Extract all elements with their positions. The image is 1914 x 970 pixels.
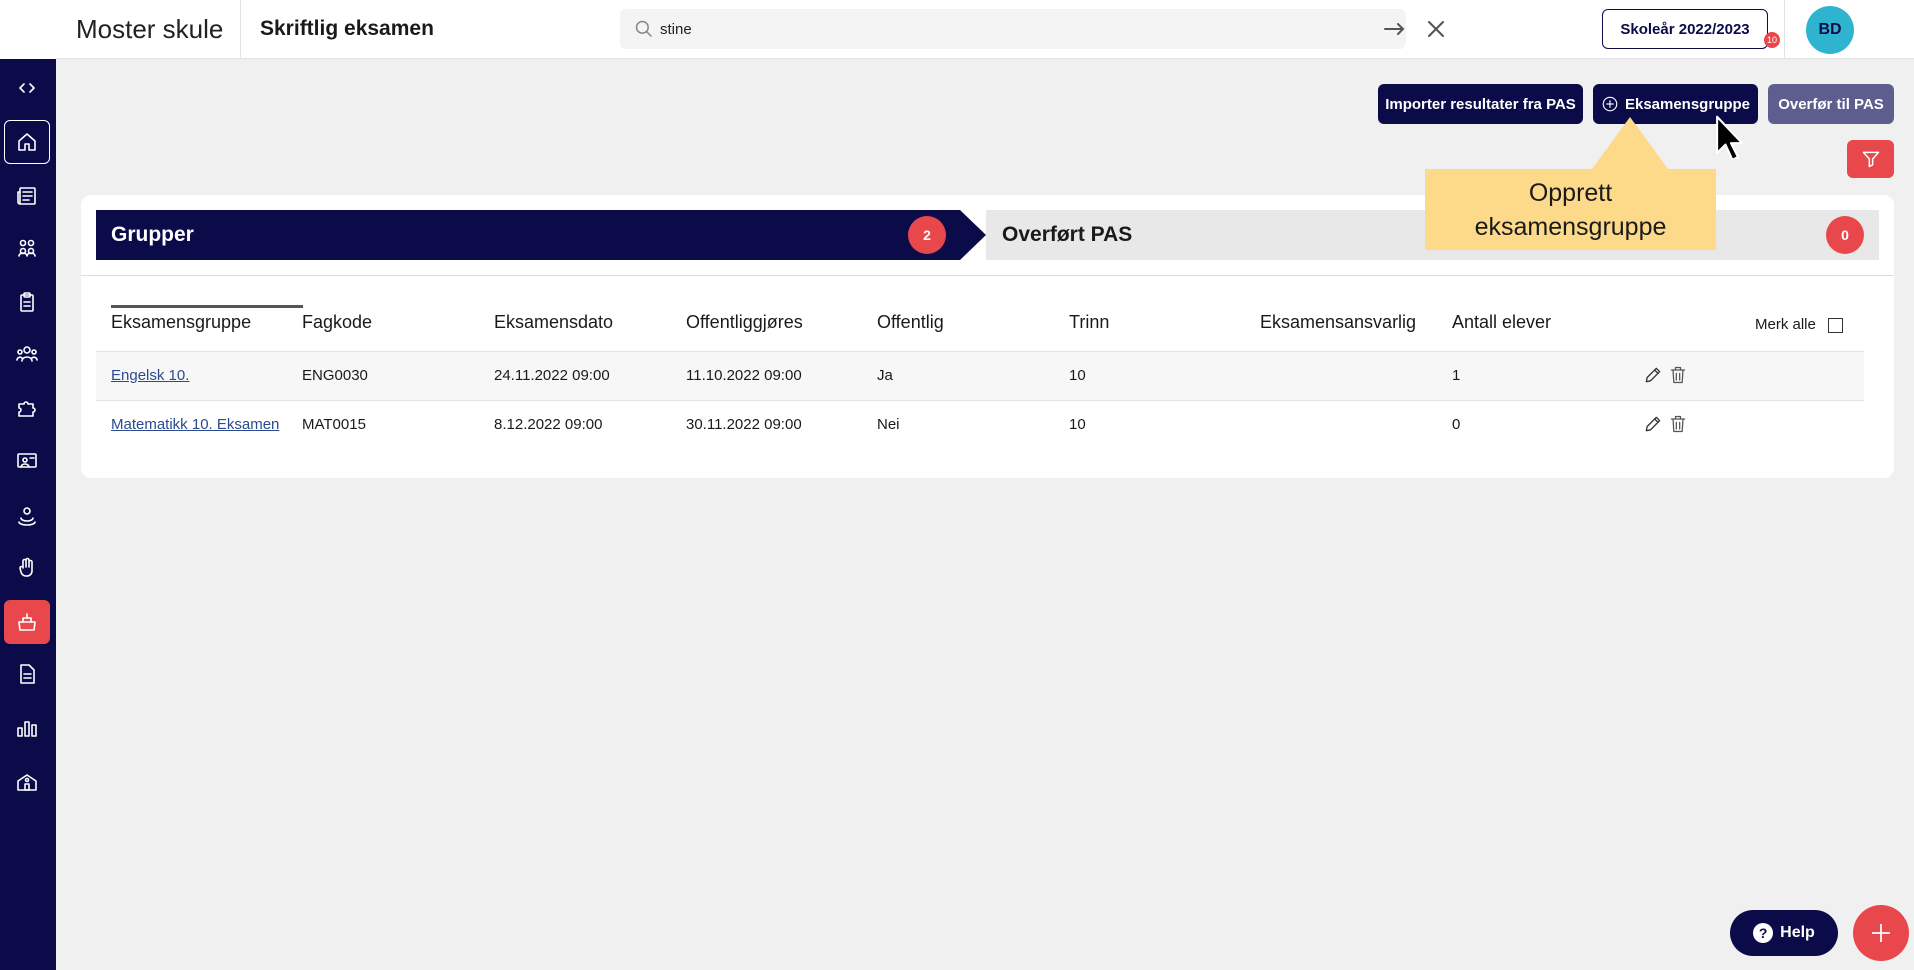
sidebar — [0, 0, 56, 970]
table-cell: 10 — [1069, 416, 1086, 433]
add-exam-group-label: Eksamensgruppe — [1624, 95, 1751, 113]
page-title: Skriftlig eksamen — [260, 17, 434, 40]
edit-icon[interactable] — [1643, 414, 1663, 434]
hand-icon[interactable] — [4, 546, 50, 590]
search-input[interactable] — [660, 17, 1300, 41]
school-year-button[interactable]: Skoleår 2022/2023 — [1602, 9, 1768, 49]
table-cell: 0 — [1452, 416, 1461, 433]
collapse-toggle-icon[interactable] — [4, 66, 50, 110]
add-fab-button[interactable] — [1853, 905, 1909, 961]
header-divider — [240, 0, 241, 59]
table-cell: 1 — [1452, 367, 1461, 384]
mouse-cursor-icon — [1714, 114, 1748, 164]
table-cell: 11.10.2022 09:00 — [686, 367, 802, 384]
tab-arrow — [960, 210, 986, 260]
select-all-label: Merk alle — [1755, 316, 1816, 333]
tab-transferred-count-badge: 0 — [1826, 216, 1864, 254]
avatar[interactable]: BD — [1806, 6, 1854, 54]
table-cell: MAT0015 — [302, 416, 366, 433]
arrow-right-icon[interactable] — [1382, 17, 1408, 41]
plus-icon — [1872, 924, 1890, 942]
puzzle-icon[interactable] — [4, 386, 50, 430]
tab-groups-label: Grupper — [111, 223, 194, 246]
person-icon[interactable] — [4, 494, 50, 538]
top-bar: Moster skule Skriftlig eksamen Skoleår 2… — [56, 0, 1914, 59]
clipboard-icon[interactable] — [4, 280, 50, 324]
search-icon — [634, 19, 654, 39]
column-header-exam-responsible[interactable]: Eksamensansvarlig — [1260, 312, 1416, 333]
header-divider — [1784, 0, 1785, 59]
groups-icon[interactable] — [4, 226, 50, 270]
help-button[interactable]: ? Help — [1730, 910, 1838, 956]
table-cell: Nei — [877, 416, 900, 433]
table-cell: 8.12.2022 09:00 — [494, 416, 603, 433]
filter-icon — [1862, 151, 1879, 168]
column-header-public[interactable]: Offentlig — [877, 312, 944, 333]
column-header-publish-date[interactable]: Offentliggjøres — [686, 312, 803, 333]
app-grid-area — [0, 0, 56, 59]
table-cell: 10 — [1069, 367, 1086, 384]
sort-indicator — [111, 305, 303, 308]
exam-icon[interactable] — [4, 600, 50, 644]
question-icon: ? — [1753, 923, 1774, 943]
table-cell: 30.11.2022 09:00 — [686, 416, 802, 433]
home-icon[interactable] — [4, 120, 50, 164]
column-header-grade[interactable]: Trinn — [1069, 312, 1109, 333]
bar-chart-icon[interactable] — [4, 706, 50, 750]
brand-name: Moster skule — [76, 14, 224, 44]
select-all-checkbox[interactable] — [1828, 318, 1843, 333]
import-results-button[interactable]: Importer resultater fra PAS — [1378, 84, 1583, 124]
news-icon[interactable] — [4, 174, 50, 218]
table-cell: Ja — [877, 367, 893, 384]
notification-badge: 10 — [1764, 32, 1780, 48]
help-label: Help — [1780, 924, 1815, 941]
table-cell: ENG0030 — [302, 367, 368, 384]
edit-icon[interactable] — [1643, 365, 1663, 385]
card-divider — [81, 275, 1894, 276]
tab-groups[interactable]: Grupper 2 — [96, 210, 960, 260]
tab-groups-count-badge: 2 — [908, 216, 946, 254]
table-cell: 24.11.2022 09:00 — [494, 367, 610, 384]
plus-circle-icon — [1601, 95, 1619, 113]
close-icon[interactable] — [1424, 17, 1448, 41]
presentation-icon[interactable] — [4, 440, 50, 484]
trash-icon[interactable] — [1668, 365, 1688, 385]
exam-group-link[interactable]: Engelsk 10. — [111, 367, 189, 384]
filter-button[interactable] — [1847, 140, 1894, 178]
create-exam-group-tooltip: Opprett eksamensgruppe — [1425, 169, 1716, 250]
column-header-student-count[interactable]: Antall elever — [1452, 312, 1551, 333]
exam-group-link[interactable]: Matematikk 10. Eksamen — [111, 416, 279, 433]
trash-icon[interactable] — [1668, 414, 1688, 434]
column-header-subject-code[interactable]: Fagkode — [302, 312, 372, 333]
transfer-to-pas-button[interactable]: Overfør til PAS — [1768, 84, 1894, 124]
school-icon[interactable] — [4, 760, 50, 804]
tooltip-pointer — [1592, 117, 1668, 169]
column-header-exam-group[interactable]: Eksamensgruppe — [111, 312, 251, 333]
column-header-exam-date[interactable]: Eksamensdato — [494, 312, 613, 333]
people-icon[interactable] — [4, 332, 50, 376]
search-bar — [620, 9, 1444, 49]
tab-transferred-label: Overført PAS — [1002, 223, 1133, 246]
document-icon[interactable] — [4, 652, 50, 696]
